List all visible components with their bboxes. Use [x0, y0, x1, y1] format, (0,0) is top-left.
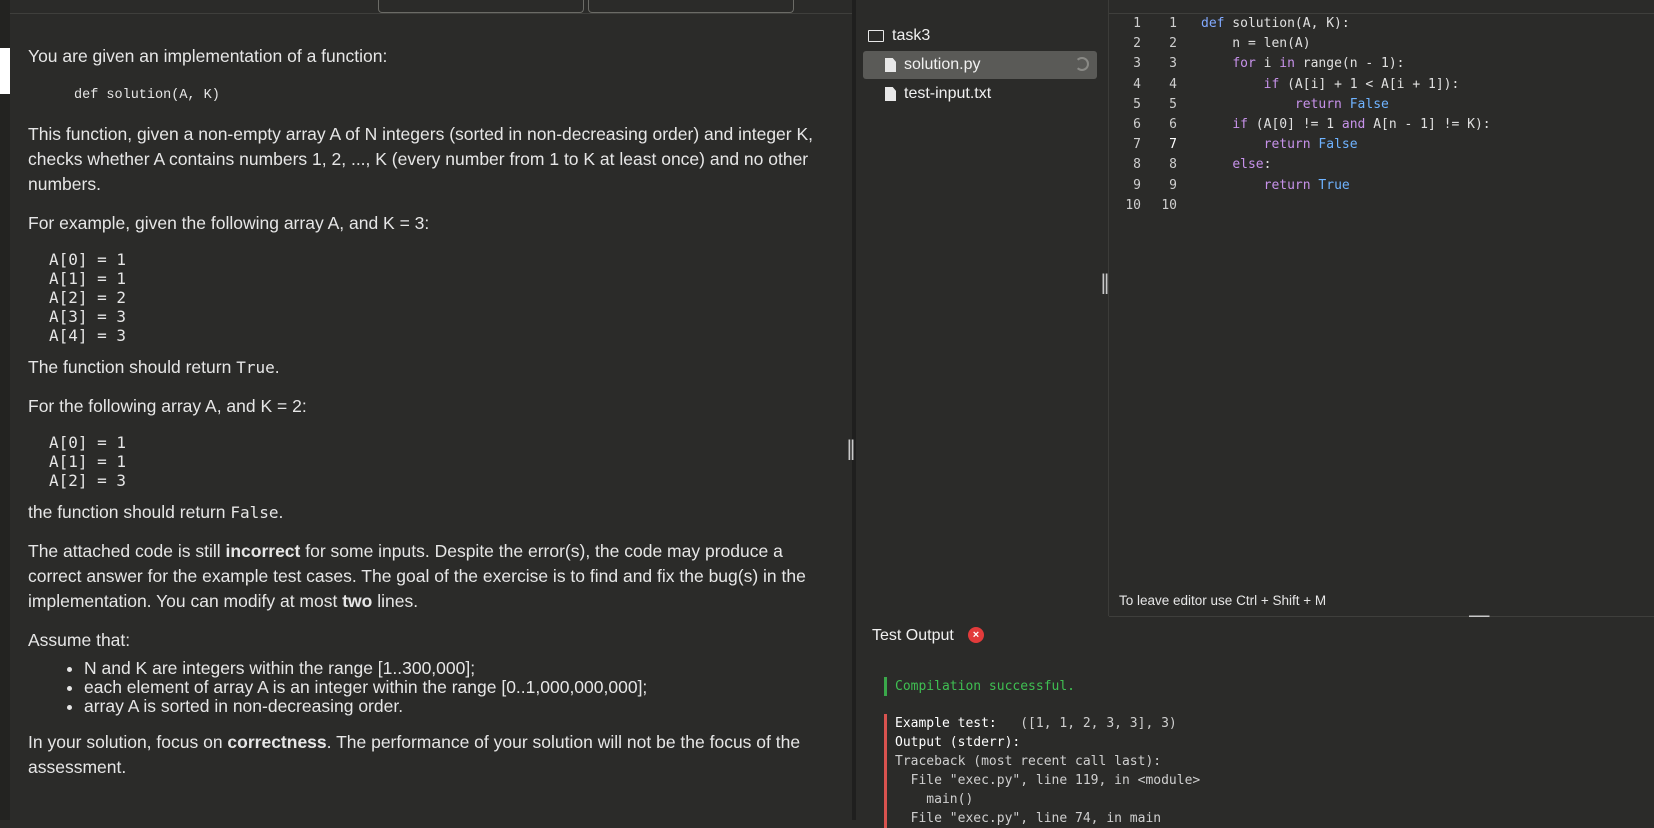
bug-text-1: The attached code is still: [28, 541, 226, 561]
task-content: You are given an implementation of a fun…: [28, 44, 838, 794]
error-output: Example test: ([1, 1, 2, 3, 3], 3) Outpu…: [884, 714, 1200, 828]
file-icon: [885, 58, 896, 72]
example2-result-value: False: [230, 503, 279, 522]
intro-text: You are given an implementation of a fun…: [28, 46, 388, 66]
example1-result-value: True: [236, 358, 275, 377]
assumption-item: each element of array A is an integer wi…: [84, 678, 838, 697]
tab-button-1[interactable]: [378, 0, 584, 13]
bug-bold-1: incorrect: [225, 541, 301, 561]
tree-folder-task3[interactable]: task3: [868, 22, 930, 50]
output-title: Test Output: [872, 627, 954, 644]
file-label: solution.py: [904, 56, 981, 73]
example-value: ([1, 1, 2, 3, 3], 3): [996, 716, 1177, 731]
example2-result-text: the function should return: [28, 502, 231, 522]
example1-result: The function should return True.: [28, 357, 280, 377]
bug-paragraph: The attached code is still incorrect for…: [28, 539, 838, 614]
compile-status: Compilation successful.: [884, 677, 1075, 696]
code-content[interactable]: def solution(A, K): n = len(A) for i in …: [1201, 14, 1491, 196]
restore-icon[interactable]: [1075, 57, 1089, 71]
focus-paragraph: In your solution, focus on correctness. …: [28, 730, 838, 780]
test-output-panel: Test Output × Compilation successful. Ex…: [856, 617, 1654, 828]
traceback-text: Traceback (most recent call last): File …: [895, 754, 1201, 826]
bug-text-3: lines.: [372, 591, 419, 611]
file-label: test-input.txt: [904, 85, 992, 102]
description-text: This function, given a non-empty array A…: [28, 124, 814, 194]
stderr-label: Output (stderr):: [895, 735, 1021, 750]
splitter-grip-icon[interactable]: ‖: [846, 436, 856, 460]
error-badge-icon: ×: [968, 627, 984, 643]
assumption-item: N and K are integers within the range [1…: [84, 659, 838, 678]
file-tree: task3 solution.py test-input.txt: [856, 0, 1108, 616]
code-editor[interactable]: 1 2 3 4 5 6 7 8 9 10 1 2 3 4 5 6 7 8 9 10 def solution(A, …: [1108, 0, 1654, 617]
assumptions-list: N and K are integers within the range [1…: [56, 659, 838, 716]
divider: [10, 13, 852, 14]
bug-bold-2: two: [342, 591, 373, 611]
file-icon: [885, 87, 896, 101]
function-signature: def solution(A, K): [74, 88, 220, 103]
example2-result: the function should return False.: [28, 502, 284, 522]
scroll-marker: [0, 48, 10, 94]
example-label: Example test:: [895, 716, 997, 731]
folder-label: task3: [892, 27, 931, 44]
example2-array: A[0] = 1 A[1] = 1 A[2] = 3: [49, 433, 127, 490]
example1-result-text: The function should return: [28, 357, 237, 377]
task-description-panel: You are given an implementation of a fun…: [0, 0, 852, 820]
example1-intro: For example, given the following array A…: [28, 213, 430, 233]
tree-file-test-input[interactable]: test-input.txt: [885, 80, 991, 108]
left-strip: [0, 0, 10, 820]
focus-text-1: In your solution, focus on: [28, 732, 228, 752]
assumption-item: array A is sorted in non-decreasing orde…: [84, 697, 838, 716]
example1-array: A[0] = 1 A[1] = 1 A[2] = 2 A[3] = 3 A[4]…: [49, 250, 127, 345]
line-numbers-outer: 1 2 3 4 5 6 7 8 9 10: [1125, 16, 1141, 213]
focus-bold: correctness: [227, 732, 327, 752]
tab-button-2[interactable]: [588, 0, 794, 13]
folder-icon: [868, 30, 884, 42]
tree-file-solution[interactable]: solution.py: [863, 51, 1097, 79]
line-numbers-inner: 1 2 3 4 5 6 7 8 9 10: [1161, 16, 1177, 213]
editor-hint: To leave editor use Ctrl + Shift + M: [1119, 593, 1327, 608]
assume-heading: Assume that:: [28, 630, 131, 650]
example2-intro: For the following array A, and K = 2:: [28, 396, 307, 416]
